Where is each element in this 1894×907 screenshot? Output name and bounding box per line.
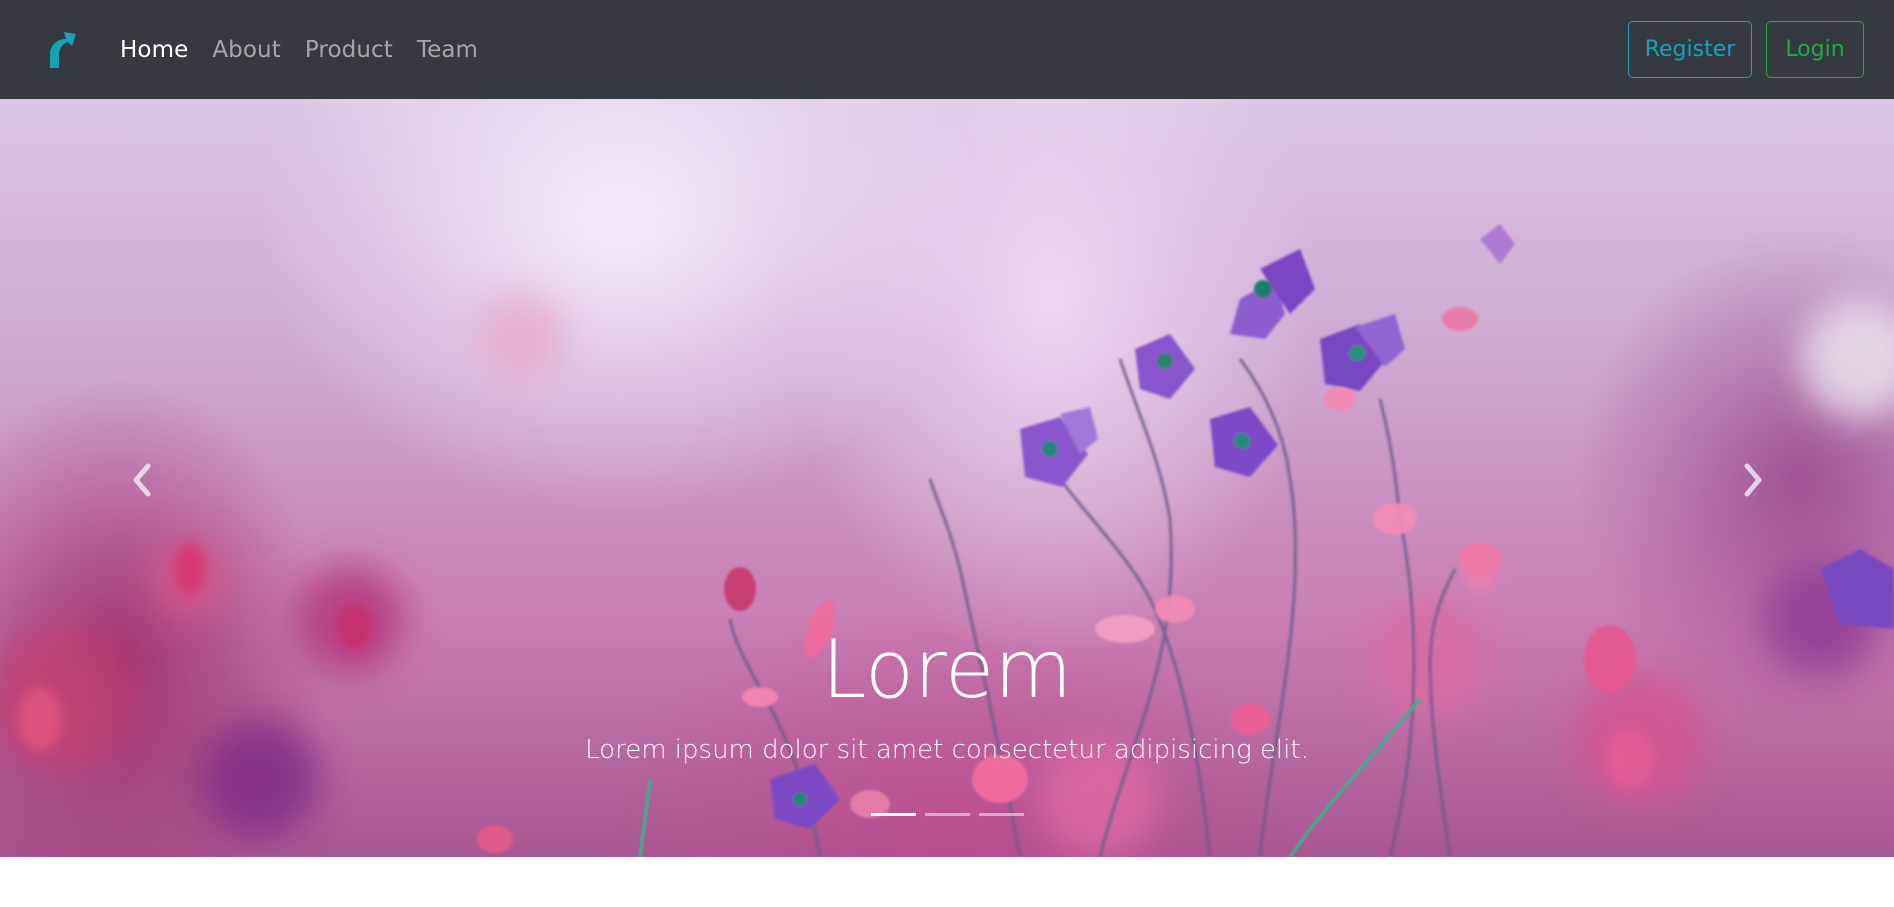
nav-link-product[interactable]: Product: [293, 37, 405, 63]
login-button[interactable]: Login: [1766, 21, 1864, 78]
carousel-indicator-3[interactable]: [978, 813, 1024, 816]
carousel-indicator-2[interactable]: [924, 813, 970, 816]
nav-link-about[interactable]: About: [200, 37, 293, 63]
nav-link-home[interactable]: Home: [120, 37, 200, 63]
nav-link-team[interactable]: Team: [405, 37, 490, 63]
hero-carousel: Lorem Lorem ipsum dolor sit amet consect…: [0, 99, 1894, 857]
brand-logo-icon[interactable]: [44, 28, 78, 72]
nav-actions: Register Login: [1628, 21, 1864, 78]
register-button[interactable]: Register: [1628, 21, 1752, 78]
carousel-indicators: [0, 813, 1894, 816]
carousel-indicator-1[interactable]: [870, 813, 916, 816]
carousel-next-control[interactable]: [1733, 455, 1773, 505]
chevron-left-icon: [133, 463, 151, 497]
carousel-prev-control[interactable]: [122, 455, 162, 505]
carousel-caption-title: Lorem: [821, 623, 1073, 716]
carousel-caption-text: Lorem ipsum dolor sit amet consectetur a…: [585, 735, 1309, 765]
navbar: Home About Product Team Register Login: [0, 0, 1894, 99]
nav-links: Home About Product Team: [120, 0, 490, 99]
chevron-right-icon: [1744, 463, 1762, 497]
